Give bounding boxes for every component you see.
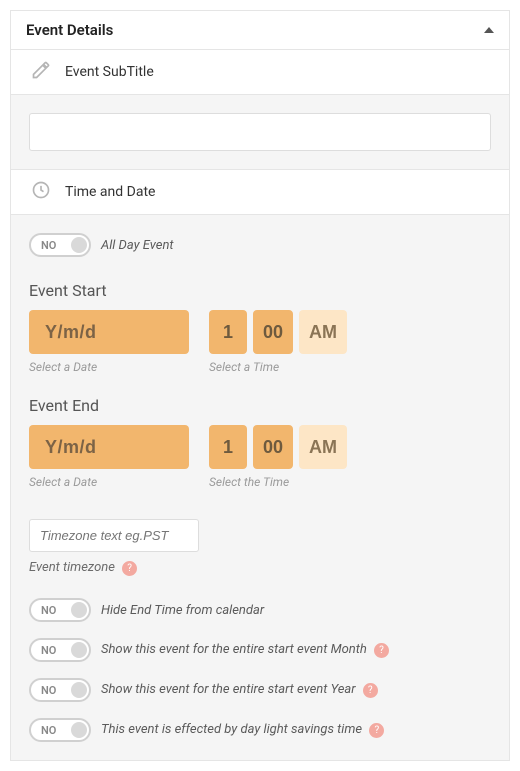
all-day-label: All Day Event (101, 238, 174, 253)
toggle-state-text: NO (41, 644, 56, 657)
toggle-knob-icon (71, 237, 87, 253)
start-ampm-select[interactable]: AM (299, 310, 347, 354)
event-start-title: Event Start (29, 281, 491, 300)
timezone-input[interactable] (29, 519, 199, 552)
toggle-knob-icon (71, 722, 87, 738)
toggle-state-text: NO (41, 684, 56, 697)
end-date-hint: Select a Date (29, 475, 189, 489)
start-date-hint: Select a Date (29, 360, 189, 374)
help-icon[interactable]: ? (363, 683, 378, 698)
end-minute-select[interactable]: 00 (253, 425, 293, 469)
end-time-hint: Select the Time (209, 475, 347, 489)
show-month-label: Show this event for the entire start eve… (101, 642, 389, 658)
start-date-picker[interactable]: Y/m/d (29, 310, 189, 354)
subtitle-label: Event SubTitle (65, 64, 154, 80)
toggle-knob-icon (71, 682, 87, 698)
panel-header: Event Details (11, 11, 509, 50)
show-month-row: NO Show this event for the entire start … (29, 638, 491, 662)
start-hour-select[interactable]: 1 (209, 310, 247, 354)
all-day-toggle[interactable]: NO (29, 233, 91, 257)
all-day-row: NO All Day Event (29, 233, 491, 257)
timedate-body: NO All Day Event Event Start Y/m/d Selec… (11, 215, 509, 760)
subtitle-input[interactable] (29, 113, 491, 151)
show-year-label: Show this event for the entire start eve… (101, 682, 378, 698)
dst-row: NO This event is effected by day light s… (29, 718, 491, 742)
toggle-state-text: NO (41, 239, 56, 252)
event-details-panel: Event Details Event SubTitle Time and Da… (10, 10, 510, 761)
dst-label: This event is effected by day light savi… (101, 722, 384, 738)
event-start-group: Event Start Y/m/d Select a Date 1 00 AM … (29, 281, 491, 374)
subtitle-section-header: Event SubTitle (11, 50, 509, 95)
end-ampm-select[interactable]: AM (299, 425, 347, 469)
help-icon[interactable]: ? (122, 561, 137, 576)
timedate-section-header: Time and Date (11, 170, 509, 215)
show-year-row: NO Show this event for the entire start … (29, 678, 491, 702)
event-end-group: Event End Y/m/d Select a Date 1 00 AM Se… (29, 396, 491, 489)
toggle-state-text: NO (41, 604, 56, 617)
show-month-label-text: Show this event for the entire start eve… (101, 642, 367, 657)
show-month-toggle[interactable]: NO (29, 638, 91, 662)
help-icon[interactable]: ? (369, 723, 384, 738)
show-year-toggle[interactable]: NO (29, 678, 91, 702)
dst-label-text: This event is effected by day light savi… (101, 722, 362, 737)
end-date-picker[interactable]: Y/m/d (29, 425, 189, 469)
subtitle-body (11, 95, 509, 170)
start-minute-select[interactable]: 00 (253, 310, 293, 354)
hide-end-toggle[interactable]: NO (29, 598, 91, 622)
timezone-label: Event timezone ? (29, 560, 491, 576)
pencil-icon (31, 60, 51, 84)
collapse-icon[interactable] (484, 27, 494, 33)
end-hour-select[interactable]: 1 (209, 425, 247, 469)
toggle-state-text: NO (41, 724, 56, 737)
hide-end-label: Hide End Time from calendar (101, 603, 264, 618)
start-time-hint: Select a Time (209, 360, 347, 374)
timezone-label-text: Event timezone (29, 560, 115, 575)
event-end-title: Event End (29, 396, 491, 415)
hide-end-row: NO Hide End Time from calendar (29, 598, 491, 622)
toggle-knob-icon (71, 642, 87, 658)
toggle-knob-icon (71, 602, 87, 618)
show-year-label-text: Show this event for the entire start eve… (101, 682, 356, 697)
timedate-label: Time and Date (65, 184, 155, 200)
dst-toggle[interactable]: NO (29, 718, 91, 742)
help-icon[interactable]: ? (374, 643, 389, 658)
panel-title: Event Details (26, 21, 113, 39)
clock-icon (31, 180, 51, 204)
